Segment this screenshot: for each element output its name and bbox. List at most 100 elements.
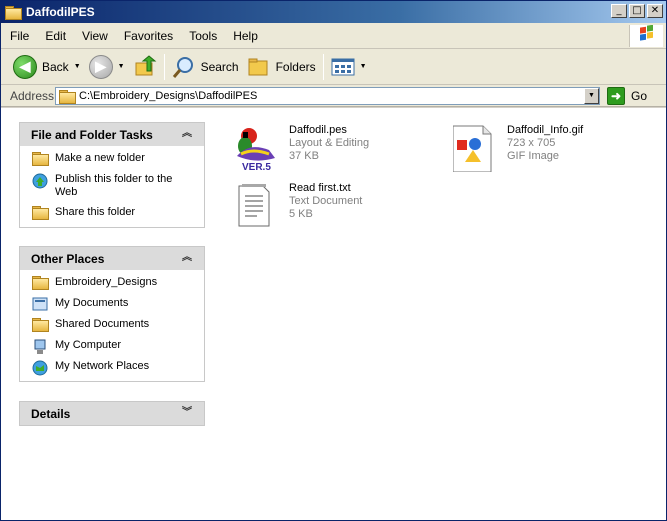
publish-folder-link[interactable]: Publish this folder to the Web	[32, 173, 204, 199]
embroidery-file-icon: VER.5	[235, 124, 281, 173]
link-label: My Documents	[55, 297, 129, 309]
share-folder-link[interactable]: Share this folder	[32, 206, 204, 220]
window-title: DaffodilPES	[26, 5, 95, 19]
up-folder-button[interactable]	[129, 52, 161, 82]
panel-header[interactable]: File and Folder Tasks ︽	[20, 123, 204, 146]
link-label: Share this folder	[55, 206, 136, 218]
toolbar-separator	[163, 53, 165, 80]
forward-dropdown-icon[interactable]: ▼	[118, 63, 125, 70]
file-item-daffodil-info-gif[interactable]: Daffodil_Info.gif 723 x 705 GIF Image	[452, 124, 584, 173]
panel-title: File and Folder Tasks	[31, 127, 153, 142]
collapse-chevron-icon[interactable]: ︽	[180, 251, 194, 265]
close-button[interactable]: ✕	[647, 4, 663, 18]
place-embroidery-designs[interactable]: Embroidery_Designs	[32, 276, 204, 290]
go-button[interactable]: ➜ Go	[607, 87, 647, 105]
folders-button[interactable]: Folders	[243, 52, 320, 82]
maximize-button[interactable]: □	[629, 4, 645, 18]
go-label: Go	[631, 89, 648, 103]
toolbar: ◀ Back ▼ ▶ ▼ Search Folders ▼	[1, 49, 666, 85]
address-input[interactable]: C:\Embroidery_Designs\DaffodilPES ▼	[55, 87, 600, 105]
shared-folder-icon	[32, 318, 49, 332]
file-name: Read first.txt	[289, 182, 351, 194]
collapse-chevron-icon[interactable]: ︽	[180, 127, 194, 141]
file-name: Daffodil_Info.gif	[507, 124, 584, 136]
link-label: My Network Places	[55, 360, 150, 372]
menu-edit[interactable]: Edit	[38, 26, 73, 46]
link-label: My Computer	[55, 339, 122, 351]
minimize-button[interactable]: _	[611, 4, 627, 18]
folder-icon	[32, 276, 49, 290]
make-new-folder-link[interactable]: Make a new folder	[32, 152, 204, 166]
file-size: 5 KB	[289, 208, 313, 220]
search-label: Search	[200, 59, 239, 74]
menu-favorites[interactable]: Favorites	[117, 26, 180, 46]
menu-view[interactable]: View	[75, 26, 115, 46]
my-computer-icon	[32, 339, 48, 354]
views-button[interactable]: ▼	[327, 52, 371, 82]
file-list: VER.5 Daffodil.pes Layout & Editing 37 K…	[227, 108, 666, 520]
details-panel: Details ︾	[19, 401, 205, 426]
file-folder-tasks-panel: File and Folder Tasks ︽ Make a new folde…	[19, 122, 205, 228]
title-bar[interactable]: DaffodilPES _ □ ✕	[1, 1, 666, 23]
link-label: Embroidery_Designs	[55, 276, 158, 288]
folders-icon	[248, 58, 268, 75]
back-dropdown-icon[interactable]: ▼	[74, 63, 81, 70]
version-badge: VER.5	[242, 162, 271, 172]
publish-web-icon	[32, 173, 48, 189]
task-pane: File and Folder Tasks ︽ Make a new folde…	[1, 108, 212, 520]
forward-arrow-icon: ▶	[88, 54, 113, 79]
file-item-daffodil-pes[interactable]: VER.5 Daffodil.pes Layout & Editing 37 K…	[235, 124, 370, 173]
folder-icon	[59, 89, 76, 104]
windows-logo-icon	[629, 24, 663, 47]
text-document-icon	[235, 182, 281, 230]
window-controls: _ □ ✕	[609, 4, 663, 18]
menu-bar: File Edit View Favorites Tools Help	[1, 23, 666, 49]
back-arrow-icon: ◀	[13, 54, 37, 79]
place-shared-documents[interactable]: Shared Documents	[32, 318, 204, 332]
file-name: Daffodil.pes	[289, 124, 347, 136]
share-folder-icon	[32, 206, 49, 220]
content-area: File and Folder Tasks ︽ Make a new folde…	[1, 108, 666, 520]
back-button[interactable]: ◀ Back ▼	[9, 52, 85, 82]
link-label: Shared Documents	[55, 318, 150, 330]
file-type: Layout & Editing	[289, 137, 370, 149]
folders-label: Folders	[275, 59, 316, 74]
folder-icon	[5, 5, 22, 20]
link-label: Publish this folder to the Web	[55, 173, 173, 198]
search-icon	[172, 56, 193, 78]
views-dropdown-icon[interactable]: ▼	[360, 63, 367, 70]
panel-title: Details	[31, 406, 71, 421]
place-my-documents[interactable]: My Documents	[32, 297, 204, 311]
menu-help[interactable]: Help	[226, 26, 265, 46]
file-type: GIF Image	[507, 150, 559, 162]
toolbar-separator	[322, 53, 324, 80]
link-label: Make a new folder	[55, 152, 145, 164]
search-button[interactable]: Search	[168, 52, 243, 82]
views-icon	[331, 58, 355, 75]
expand-chevron-icon[interactable]: ︾	[180, 406, 194, 420]
explorer-window: DaffodilPES _ □ ✕ File Edit View Favorit…	[0, 0, 667, 521]
place-my-computer[interactable]: My Computer	[32, 339, 204, 354]
menu-tools[interactable]: Tools	[182, 26, 224, 46]
forward-button[interactable]: ▶ ▼	[85, 52, 129, 82]
file-dimensions: 723 x 705	[507, 137, 556, 149]
back-label: Back	[42, 59, 69, 74]
gif-image-icon	[452, 124, 499, 173]
file-size: 37 KB	[289, 150, 319, 162]
other-places-panel: Other Places ︽ Embroidery_Designs My Doc…	[19, 246, 205, 382]
panel-title: Other Places	[31, 251, 105, 266]
address-label: Address	[10, 88, 55, 103]
up-folder-icon	[135, 54, 156, 75]
address-value: C:\Embroidery_Designs\DaffodilPES	[79, 90, 258, 102]
menu-file[interactable]: File	[3, 26, 36, 46]
address-bar: Address C:\Embroidery_Designs\DaffodilPE…	[1, 85, 666, 107]
place-my-network-places[interactable]: My Network Places	[32, 360, 204, 376]
panel-header[interactable]: Details ︾	[20, 402, 204, 425]
file-item-read-first-txt[interactable]: Read first.txt Text Document 5 KB	[235, 182, 362, 230]
new-folder-icon	[32, 152, 49, 166]
my-documents-icon	[32, 297, 48, 311]
network-icon	[32, 360, 48, 376]
address-dropdown-icon[interactable]: ▼	[584, 88, 599, 104]
go-arrow-icon: ➜	[607, 87, 625, 105]
panel-header[interactable]: Other Places ︽	[20, 247, 204, 270]
